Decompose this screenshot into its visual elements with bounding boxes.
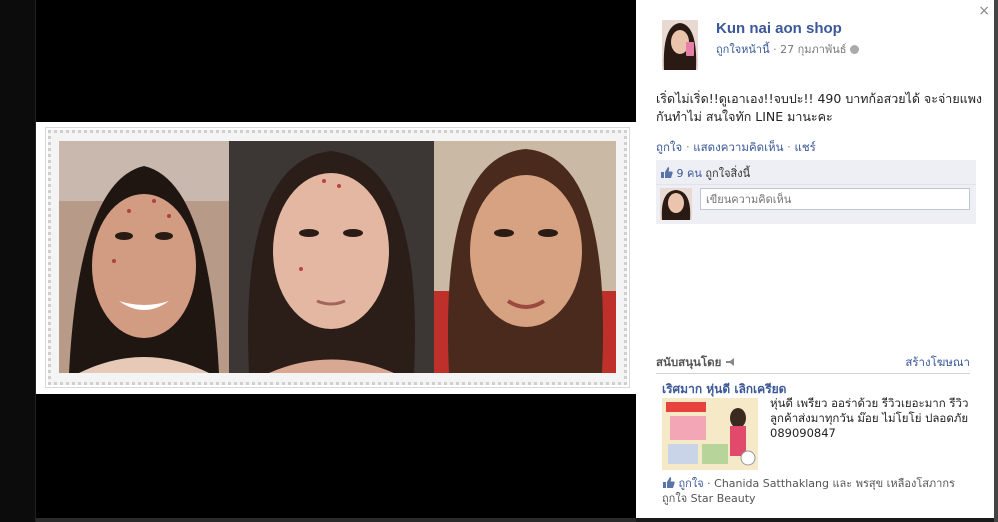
after-photo	[434, 141, 616, 373]
sponsored-header: สนับสนุนโดย สร้างโฆษณา	[656, 354, 970, 374]
middle-photo	[229, 141, 434, 373]
viewer-avatar	[660, 188, 692, 220]
post-actions: ถูกใจ · แสดงความคิดเห็น · แชร์	[656, 139, 816, 157]
ad-social-context: ถูกใจ · Chanida Satthaklang และ พรสุข เห…	[662, 476, 982, 506]
likes-count[interactable]: 9 คน	[677, 167, 702, 180]
page-avatar[interactable]	[662, 20, 698, 70]
photo-stage[interactable]	[36, 0, 636, 518]
divider	[656, 184, 976, 185]
photo-frame	[36, 122, 636, 394]
close-icon[interactable]: ×	[978, 2, 990, 20]
likes-summary: 9 คน ถูกใจสิ่งนี้	[660, 164, 972, 182]
globe-icon	[849, 45, 859, 54]
sponsored-icon	[726, 358, 735, 366]
likes-comments-box: 9 คน ถูกใจสิ่งนี้	[656, 160, 976, 224]
background-left-strip	[0, 0, 36, 522]
post-detail-panel: × Kun nai aon shop ถูกใจหน้านี้ · 27 กุม…	[636, 0, 994, 518]
thumbs-up-icon	[663, 477, 675, 488]
ad-like-link[interactable]: ถูกใจ	[679, 477, 704, 490]
likes-text: ถูกใจสิ่งนี้	[705, 167, 751, 180]
ad-social-text: Chanida Satthaklang และ พรสุข เหลืองโสภา…	[662, 477, 955, 505]
post-meta: ถูกใจหน้านี้ · 27 กุมภาพันธ์	[716, 40, 859, 58]
background-bottom-strip	[36, 518, 636, 522]
create-ad-link[interactable]: สร้างโฆษณา	[905, 354, 970, 372]
like-page-link[interactable]: ถูกใจหน้านี้	[716, 43, 770, 56]
ad-title-link[interactable]: เริศมาก หุ่นดี เลิกเครียด	[662, 380, 786, 399]
share-action[interactable]: แชร์	[794, 140, 815, 154]
sponsored-label: สนับสนุนโดย	[656, 354, 737, 372]
like-action[interactable]: ถูกใจ	[656, 140, 682, 154]
post-date[interactable]: 27 กุมภาพันธ์	[780, 43, 846, 56]
post-text: เริ่ดไม่เริ่ด!!ดูเอาเอง!!จบปะ!! 490 บาทก…	[656, 91, 983, 124]
background-right-strip	[994, 0, 998, 522]
ad-body: หุ่นดี เพรียว ออร่าด้วย รีวิวเยอะมาก รีว…	[770, 396, 969, 440]
comment-action[interactable]: แสดงความคิดเห็น	[693, 140, 783, 154]
page-name-link[interactable]: Kun nai aon shop	[716, 20, 842, 37]
stamp-border	[48, 130, 627, 385]
ad-image[interactable]	[662, 398, 758, 470]
thumbs-up-icon	[661, 167, 673, 178]
before-photo	[59, 141, 229, 373]
collage-photo[interactable]	[59, 141, 616, 373]
comment-input[interactable]	[700, 188, 970, 210]
sponsored-label-text: สนับสนุนโดย	[656, 355, 722, 369]
